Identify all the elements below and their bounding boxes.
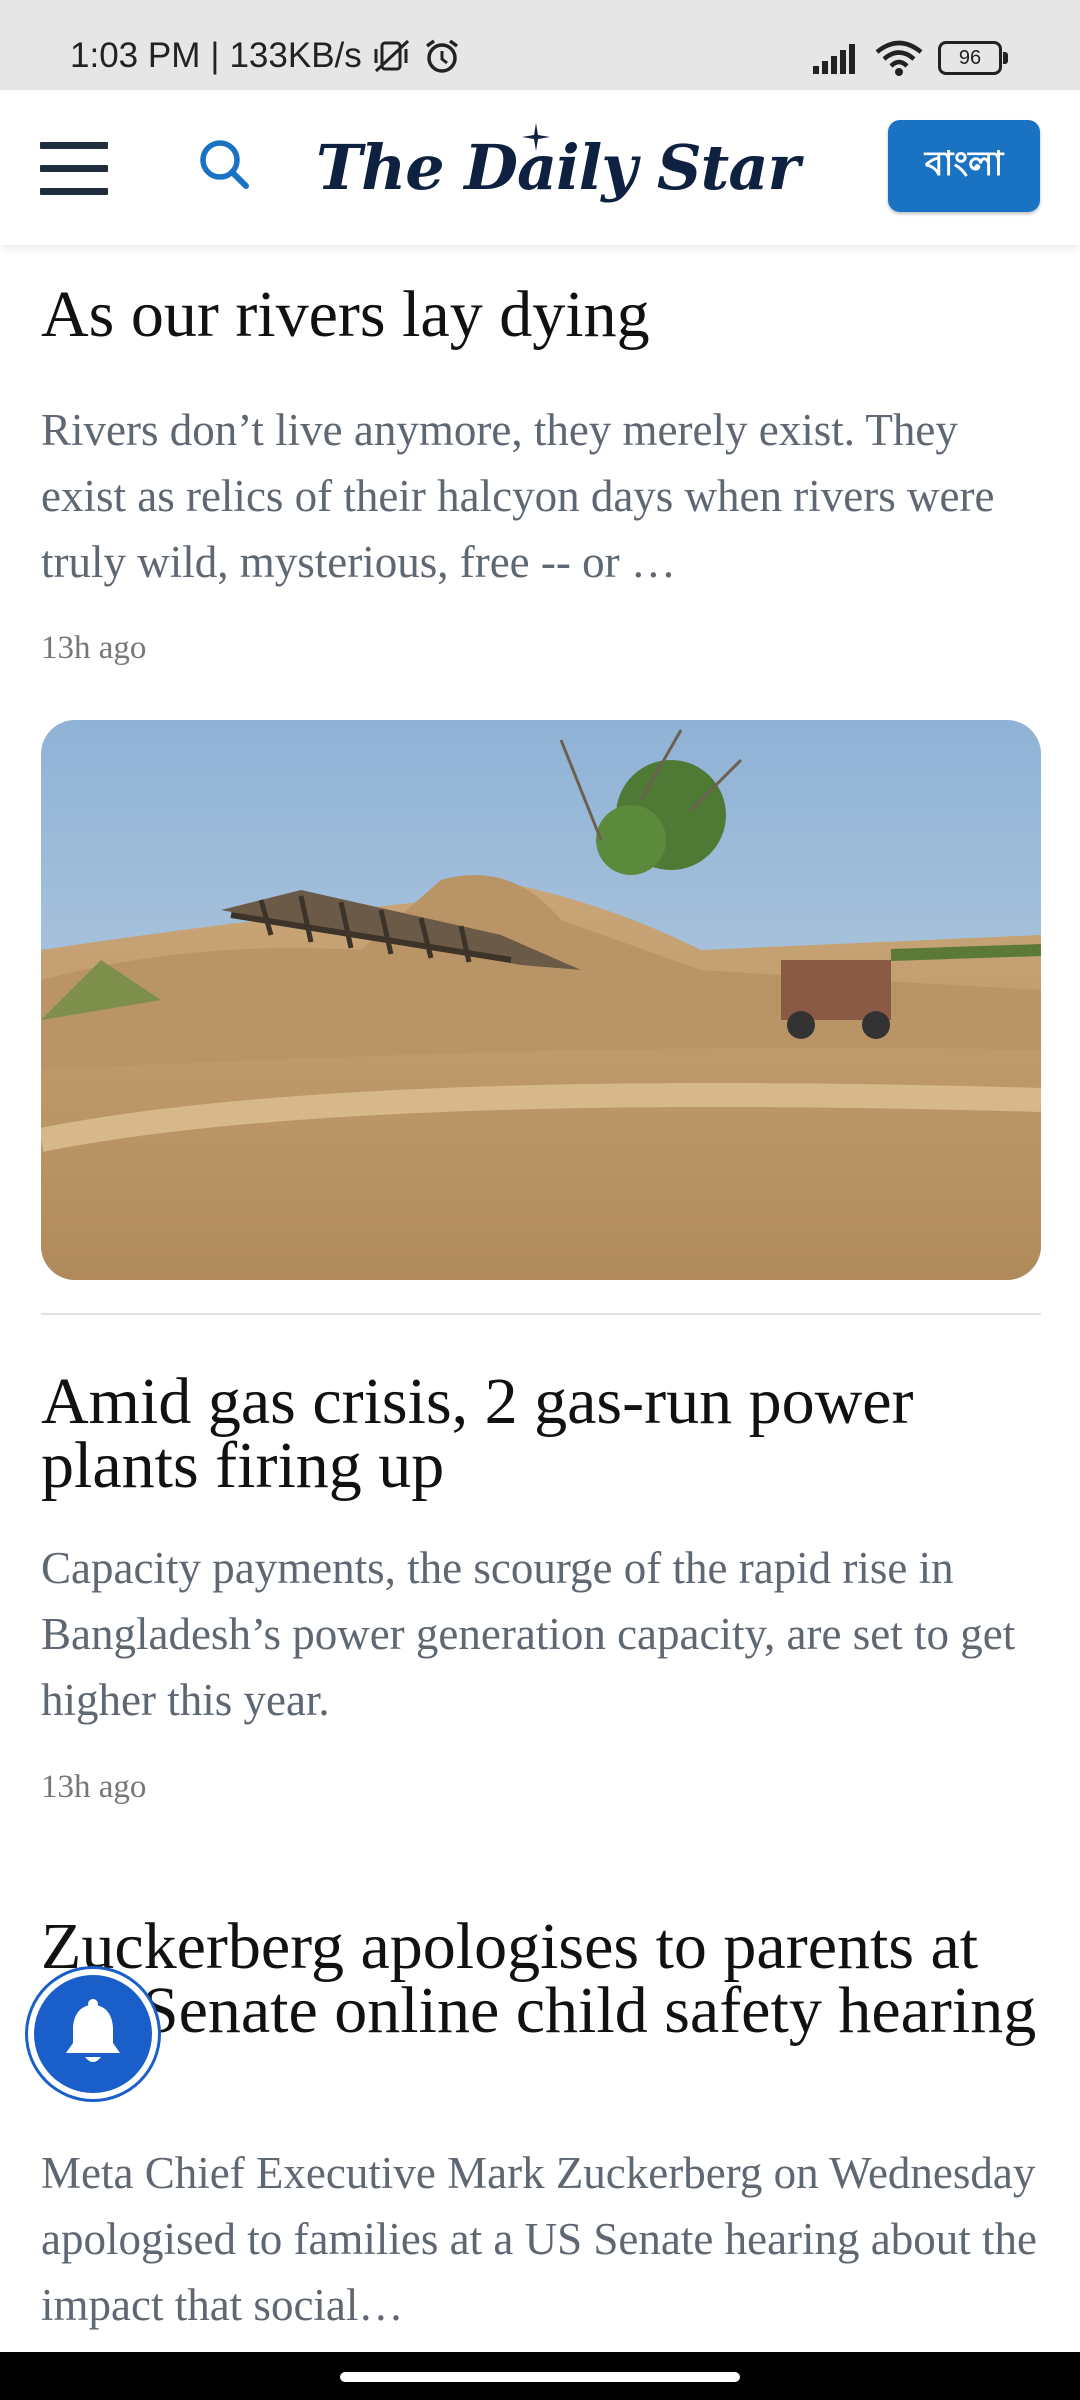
logo-star-icon <box>522 123 550 151</box>
notification-bell-button[interactable] <box>34 1975 152 2093</box>
river-boat-photo <box>41 720 1041 1280</box>
signal-icon <box>812 42 860 74</box>
search-icon <box>200 140 249 189</box>
bangla-language-button[interactable]: বাংলা <box>888 120 1040 212</box>
home-gesture-handle[interactable] <box>340 2372 740 2382</box>
article-divider <box>41 1313 1041 1315</box>
article-summary[interactable]: Meta Chief Executive Mark Zuckerberg on … <box>41 2140 1046 2338</box>
site-logo[interactable]: The Daily Star <box>316 120 800 216</box>
article-time: 13h ago <box>41 1769 147 1805</box>
wifi-icon <box>874 40 924 76</box>
mute-vibrate-icon <box>372 37 412 75</box>
network-speed: 133KB/s <box>229 36 362 75</box>
menu-icon-bar <box>40 142 108 149</box>
menu-button[interactable] <box>40 142 108 196</box>
app-header: The Daily Star বাংলা <box>0 90 1080 245</box>
article-image[interactable] <box>41 720 1041 1280</box>
article-summary[interactable]: Rivers don’t live anymore, they merely e… <box>41 397 1046 595</box>
search-button[interactable] <box>196 136 252 192</box>
logo-text: The Daily Star <box>316 131 800 204</box>
bell-icon <box>66 1999 120 2062</box>
article-headline[interactable]: Zuckerberg apologises to parents at US S… <box>41 1914 1041 2044</box>
status-separator: | <box>210 36 220 75</box>
battery-icon: 96 <box>938 41 1008 75</box>
article-headline[interactable]: As our rivers lay dying <box>41 282 1041 348</box>
alarm-icon <box>422 37 462 75</box>
menu-icon-bar <box>40 188 108 195</box>
status-left: 1:03 PM | 133KB/s <box>70 36 462 76</box>
battery-level: 96 <box>958 47 982 69</box>
article-time: 13h ago <box>41 630 147 666</box>
status-time: 1:03 PM <box>70 36 201 75</box>
status-right: 96 <box>812 40 1008 76</box>
menu-icon-bar <box>40 165 108 172</box>
article-headline[interactable]: Amid gas crisis, 2 gas-run power plants … <box>41 1369 1041 1499</box>
status-bar: 1:03 PM | 133KB/s 96 <box>0 0 1080 90</box>
article-summary[interactable]: Capacity payments, the scourge of the ra… <box>41 1535 1046 1733</box>
